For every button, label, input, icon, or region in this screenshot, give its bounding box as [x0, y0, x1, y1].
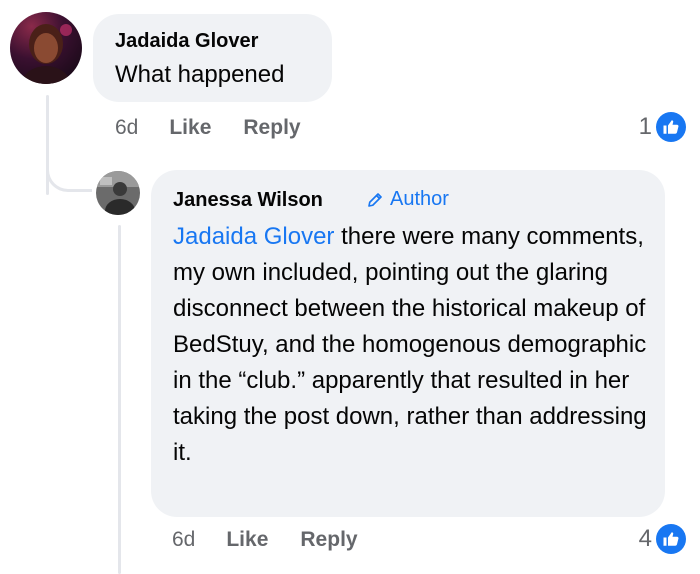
- comment-bubble: Jadaida Glover What happened: [93, 14, 332, 102]
- reply-text-content: there were many comments, my own include…: [173, 223, 647, 466]
- author-badge: Author: [366, 188, 449, 211]
- reaction-count: 1: [638, 113, 652, 140]
- author-badge-label: Author: [390, 188, 449, 210]
- comment-text: What happened: [115, 61, 285, 88]
- like-button[interactable]: Like: [226, 528, 268, 552]
- avatar[interactable]: [10, 12, 82, 84]
- pencil-icon: [368, 192, 382, 207]
- reaction-summary[interactable]: 4: [639, 524, 686, 554]
- reply-author[interactable]: Janessa Wilson: [173, 189, 323, 212]
- comment-actions: 6d Like Reply: [115, 116, 301, 140]
- reply-timestamp[interactable]: 6d: [172, 528, 195, 552]
- reply-button[interactable]: Reply: [243, 116, 300, 140]
- avatar[interactable]: [96, 171, 140, 215]
- reply-button[interactable]: Reply: [300, 528, 357, 552]
- reply-actions: 6d Like Reply: [172, 528, 358, 552]
- like-button[interactable]: Like: [169, 116, 211, 140]
- like-icon: [656, 524, 686, 554]
- reply-thread-line: [118, 225, 121, 574]
- reaction-summary[interactable]: 1: [639, 112, 686, 142]
- like-icon: [656, 112, 686, 142]
- reaction-count: 4: [638, 525, 652, 552]
- reply-bubble: Janessa Wilson Author Jadaida Glover the…: [151, 170, 665, 517]
- comment-timestamp[interactable]: 6d: [115, 116, 138, 140]
- reply-text: Jadaida Glover there were many comments,…: [173, 219, 653, 471]
- comment-author[interactable]: Jadaida Glover: [115, 30, 258, 53]
- thread-connector: [46, 150, 92, 192]
- mention-link[interactable]: Jadaida Glover: [173, 223, 334, 250]
